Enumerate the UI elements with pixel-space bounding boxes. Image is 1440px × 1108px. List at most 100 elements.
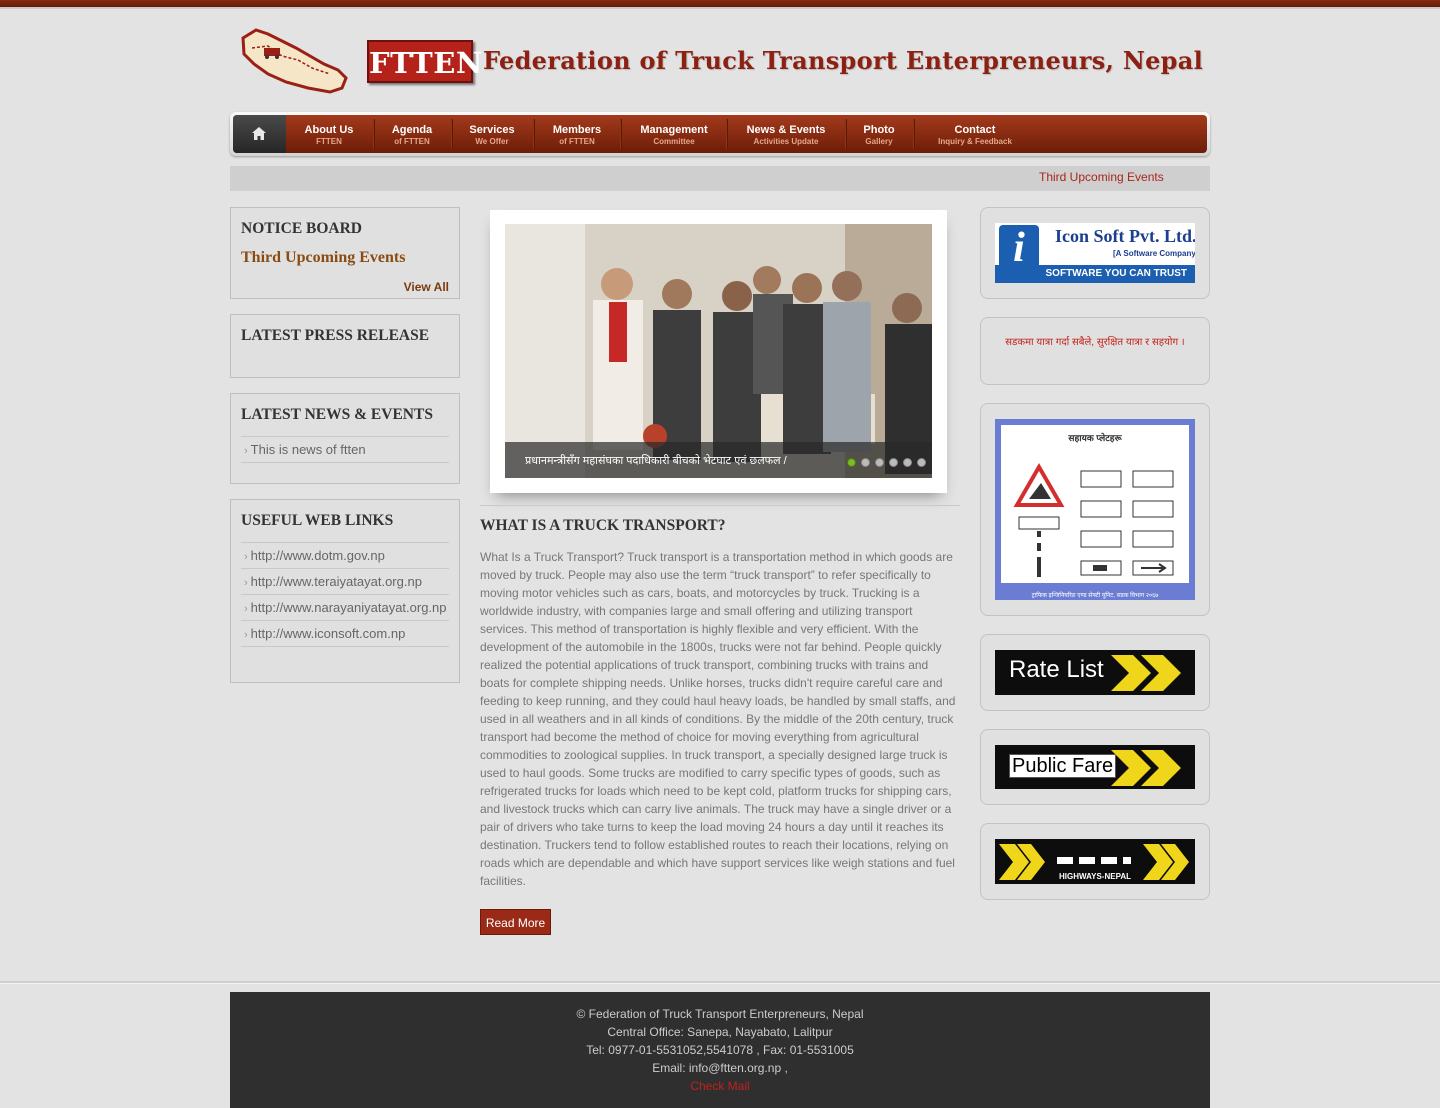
nav-members[interactable]: Members of FTTEN	[542, 115, 612, 153]
highways-label: HIGHWAYS-NEPAL	[1058, 872, 1131, 881]
news-events-title: LATEST NEWS & EVENTS	[241, 406, 433, 423]
traffic-sign-image[interactable]: सहायक प्लेटहरू ट्राफिक इन्जिनियरिङ एण्ड …	[995, 419, 1195, 600]
iconsoft-name: Icon Soft Pvt. Ltd.	[1055, 226, 1195, 246]
nav-services[interactable]: Services We Offer	[459, 115, 525, 153]
rate-list-banner[interactable]: Rate List	[995, 650, 1195, 695]
safety-notice-text: सडकमा यात्रा गर्दा सबैले, सुरक्षित यात्र…	[1005, 337, 1185, 348]
web-link-item[interactable]: › http://www.narayaniyatayat.org.np	[241, 594, 449, 620]
slider-dot[interactable]	[847, 458, 856, 467]
view-all-link[interactable]: View All	[404, 280, 449, 294]
nav-news-events[interactable]: News & Events Activities Update	[736, 115, 836, 153]
web-link-item[interactable]: › http://www.teraiyatayat.org.np	[241, 568, 449, 594]
news-events-box: LATEST NEWS & EVENTS › This is news of ft…	[230, 393, 460, 484]
nav-divider	[451, 119, 453, 149]
slider-dot[interactable]	[889, 458, 898, 467]
web-links-list: › http://www.dotm.gov.np › http://www.tera…	[241, 542, 449, 647]
nav-label: Contact	[954, 124, 996, 136]
public-fare-banner[interactable]: Public Fare	[995, 745, 1195, 789]
iconsoft-ad-box: i Icon Soft Pvt. Ltd. [A Software Compan…	[980, 207, 1210, 299]
nav-management[interactable]: Management Committee	[629, 115, 719, 153]
news-item[interactable]: › This is news of ftten	[241, 436, 449, 463]
slider-photo[interactable]: प्रधानमन्त्रीसँग महासंघका पदाधिकारी बीचक…	[505, 224, 932, 478]
sign-board-caption: ट्राफिक इन्जिनियरिङ एण्ड सेफ्टी युनिट, स…	[1031, 593, 1159, 599]
slider-dot[interactable]	[861, 458, 870, 467]
sign-board-box: सहायक प्लेटहरू ट्राफिक इन्जिनियरिङ एण्ड …	[980, 403, 1210, 616]
iconsoft-banner[interactable]: i Icon Soft Pvt. Ltd. [A Software Compan…	[995, 223, 1195, 283]
nav-label: News & Events	[746, 124, 826, 136]
nav-label: Management	[640, 124, 708, 136]
news-item-label: This is news of ftten	[250, 442, 366, 457]
rate-list-box: Rate List	[980, 634, 1210, 711]
public-fare-box: Public Fare	[980, 729, 1210, 805]
sign-board-title: सहायक प्लेटहरू	[1068, 433, 1122, 443]
web-link-item[interactable]: › http://www.dotm.gov.np	[241, 542, 449, 568]
chevron-right-icon: ›	[244, 551, 248, 563]
press-release-box: LATEST PRESS RELEASE	[230, 314, 460, 378]
slider-dot[interactable]	[917, 458, 926, 467]
road-dash	[1123, 857, 1131, 864]
highways-nepal-banner[interactable]: HIGHWAYS-NEPAL	[995, 839, 1195, 884]
slider-dot[interactable]	[903, 458, 912, 467]
web-link-label: http://www.dotm.gov.np	[250, 548, 385, 563]
nav-home[interactable]	[233, 115, 286, 153]
road-dash	[1079, 857, 1095, 864]
slider-dot[interactable]	[875, 458, 884, 467]
traffic-signs-icon	[1013, 463, 1174, 577]
notice-board: NOTICE BOARD Third Upcoming Events View …	[230, 207, 460, 299]
nav-sublabel: Committee	[653, 137, 695, 146]
rate-list-label: Rate List	[1009, 656, 1104, 683]
divider	[480, 505, 960, 506]
chevron-right-icon: ›	[244, 577, 248, 589]
brand-logo-box[interactable]: FTTEN	[367, 40, 482, 83]
nav-divider	[913, 119, 915, 149]
top-bar	[0, 0, 1440, 9]
footer-phone: Tel: 0977-01-5531052,5541078 , Fax: 01-5…	[586, 1043, 854, 1057]
home-icon	[252, 127, 266, 140]
web-link-label: http://www.iconsoft.com.np	[250, 626, 406, 641]
news-list: › This is news of ftten	[241, 436, 449, 463]
double-chevron-icon	[1111, 655, 1181, 691]
footer-office: Central Office: Sanepa, Nayabato, Lalitp…	[607, 1025, 833, 1039]
site-title: Federation of Truck Transport Enterprene…	[483, 46, 1204, 75]
nepal-map-logo[interactable]	[238, 26, 352, 98]
web-links-box: USEFUL WEB LINKS › http://www.dotm.gov.np…	[230, 499, 460, 683]
footer-email[interactable]: Email: info@ftten.org.np ,	[230, 1061, 1210, 1075]
news-ticker: Third Upcoming Events	[230, 166, 1210, 191]
slider-pagination	[842, 454, 926, 472]
road-dash	[1101, 857, 1117, 864]
chevron-right-icon: ›	[244, 629, 248, 641]
iconsoft-slogan: SOFTWARE YOU CAN TRUST	[995, 265, 1195, 283]
public-fare-label: Public Fare	[1009, 754, 1117, 778]
article-body: What Is a Truck Transport? Truck transpo…	[480, 550, 956, 888]
nav-divider	[533, 119, 535, 149]
footer: © Federation of Truck Transport Enterpre…	[230, 992, 1210, 1108]
notice-item-link[interactable]: Third Upcoming Events	[241, 249, 405, 267]
nav-contact[interactable]: Contact Inquiry & Feedback	[927, 115, 1023, 153]
web-link-label: http://www.narayaniyatayat.org.np	[250, 600, 447, 615]
nav-label: About Us	[304, 124, 354, 136]
footer-copyright: © Federation of Truck Transport Enterpre…	[576, 1007, 864, 1021]
nav-about-us[interactable]: About Us FTTEN	[289, 115, 369, 153]
double-chevron-icon	[1111, 750, 1181, 786]
nav-sublabel: Inquiry & Feedback	[938, 137, 1012, 146]
press-release-title: LATEST PRESS RELEASE	[241, 327, 430, 344]
article-title: WHAT IS A TRUCK TRANSPORT?	[480, 517, 726, 534]
footer-divider	[0, 981, 1440, 984]
group-photo-image	[505, 224, 932, 478]
nav-photo[interactable]: Photo Gallery	[854, 115, 904, 153]
check-mail-link[interactable]: Check Mail	[230, 1079, 1210, 1093]
nav-sublabel: Gallery	[865, 137, 893, 146]
web-links-title: USEFUL WEB LINKS	[241, 512, 394, 529]
iconsoft-tag: [A Software Company]	[1113, 249, 1195, 258]
nav-agenda[interactable]: Agenda of FTTEN	[379, 115, 445, 153]
chevron-right-icon: ›	[244, 445, 248, 457]
nav-divider	[845, 119, 847, 149]
main-nav: About Us FTTEN Agenda of FTTEN Services …	[230, 112, 1210, 156]
main-nav-bar: About Us FTTEN Agenda of FTTEN Services …	[233, 115, 1207, 153]
web-link-item[interactable]: › http://www.iconsoft.com.np	[241, 620, 449, 647]
road-dash	[1057, 857, 1073, 864]
ticker-link[interactable]: Third Upcoming Events	[1039, 170, 1164, 184]
chevron-right-icon: ›	[244, 603, 248, 615]
safety-notice-box: सडकमा यात्रा गर्दा सबैले, सुरक्षित यात्र…	[980, 317, 1210, 385]
read-more-button[interactable]: Read More	[480, 909, 551, 935]
